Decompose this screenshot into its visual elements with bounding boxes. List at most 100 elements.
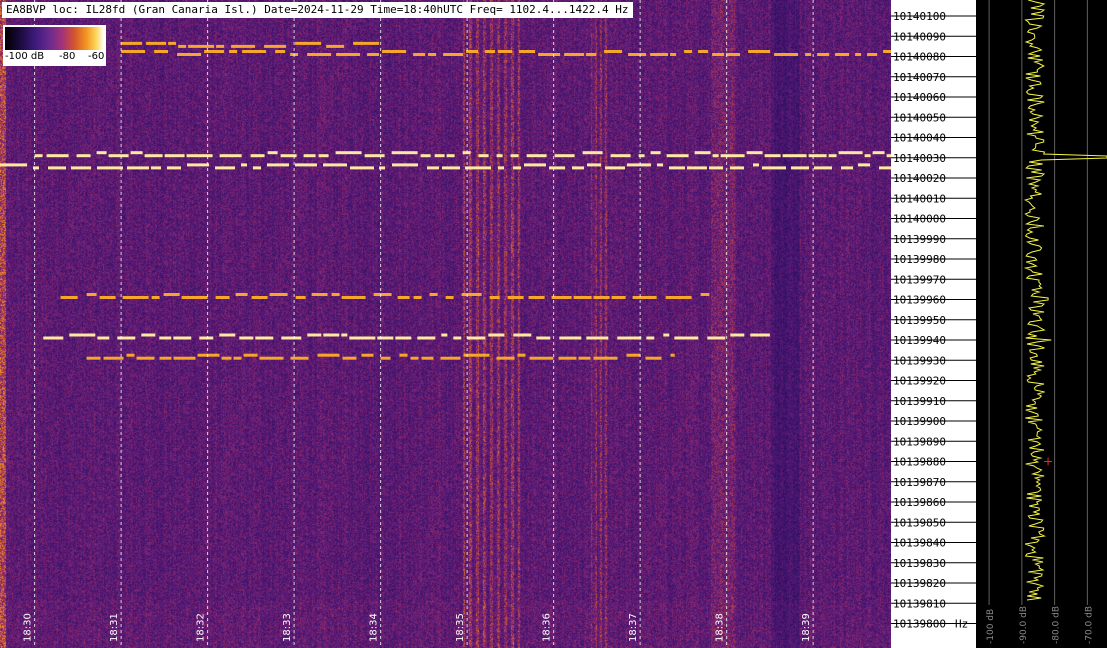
signal-segment (168, 41, 177, 45)
signal-segment (478, 154, 489, 158)
signal-segment (507, 296, 524, 299)
signal-segment (239, 336, 254, 340)
signal-segment (726, 53, 741, 56)
signal-segment (712, 154, 719, 158)
time-tick-label: 18:36 (542, 613, 553, 642)
signal-segment (883, 50, 891, 53)
signal-segment (441, 333, 448, 337)
signal-segment (60, 296, 78, 299)
signal-segment (805, 53, 812, 56)
signal-segment (841, 166, 853, 170)
signal-segment (243, 353, 258, 357)
signal-segment (610, 154, 631, 158)
signal-segment (694, 151, 711, 155)
signal-segment (663, 333, 670, 337)
signal-segment (782, 154, 807, 158)
signal-segment (558, 356, 577, 360)
signal-segment (350, 166, 374, 170)
spectrum-tick-label: -80.0 dB (1052, 606, 1062, 644)
signal-segment (687, 166, 707, 170)
freq-tick-label: 10139900 (893, 415, 946, 428)
signal-segment (188, 44, 215, 48)
signal-segment (235, 293, 248, 296)
signal-segment (336, 53, 361, 56)
signal-segment (204, 50, 225, 53)
spectrum-tick-label: -70.0 dB (1084, 606, 1094, 644)
signal-segment (413, 53, 426, 56)
colorbar-label-max: -60 (88, 51, 105, 62)
signal-segment (467, 336, 486, 340)
spectrum-plot: -100 dB -90.0 dB -80.0 dB -70.0 dB (976, 0, 1107, 648)
signal-segment (295, 41, 322, 45)
signal-segment (453, 336, 462, 340)
signal-segment (774, 53, 799, 56)
freq-tick-label: 10140050 (893, 111, 946, 124)
signal-segment (86, 356, 101, 360)
signal-segment (578, 356, 591, 360)
signal-segment (645, 356, 662, 360)
signal-segment (33, 166, 39, 170)
signal-segment (496, 154, 503, 158)
signal-segment (572, 166, 584, 170)
signal-segment (496, 356, 515, 360)
signal-segment (219, 154, 242, 158)
signal-segment (136, 356, 155, 360)
freq-tick-label: 10139890 (893, 435, 946, 448)
signal-segment (259, 356, 284, 360)
signal-segment (380, 356, 391, 360)
frequency-axis: 10140100 10140090 10140080 10140070 10140060… (891, 0, 976, 648)
signal-segment (303, 154, 316, 158)
signal-segment (177, 53, 202, 56)
signal-segment (669, 166, 685, 170)
signal-segment (250, 154, 265, 158)
freq-tick-label: 10140040 (893, 132, 946, 145)
freq-tick-label: 10139870 (893, 476, 946, 489)
signal-trace (43, 333, 770, 340)
signal-segment (814, 166, 832, 170)
signal-segment (187, 163, 209, 167)
signal-segment (341, 296, 366, 299)
signal-segment (275, 50, 286, 53)
time-tick-label: 18:38 (715, 613, 726, 642)
freq-tick-label: 10140100 (893, 10, 946, 23)
signal-segment (707, 336, 726, 340)
signal-segment (144, 154, 163, 158)
freq-tick-label: 10139920 (893, 375, 946, 388)
signal-segment (638, 154, 645, 158)
signal-segment (0, 163, 27, 167)
signal-segment (34, 154, 43, 158)
signal-segment (465, 166, 491, 170)
signal-segment (510, 154, 519, 158)
spectrum-tick-label: -90.0 dB (1019, 606, 1029, 644)
signal-segment (538, 53, 561, 56)
signal-segment (628, 53, 647, 56)
signal-trace (0, 163, 891, 170)
signal-segment (593, 356, 618, 360)
freq-tick-label: 10139840 (893, 537, 946, 550)
signal-segment (159, 356, 172, 360)
colorbar: -100 dB -80 -60 (3, 25, 106, 66)
signal-segment (564, 53, 585, 56)
signal-segment (753, 163, 759, 167)
signal-segment (335, 151, 362, 155)
time-tick-label: 18:35 (455, 613, 466, 642)
signal-segment (215, 296, 230, 299)
signal-segment (127, 166, 149, 170)
signal-segment (154, 50, 169, 53)
signal-segment (485, 50, 496, 53)
signal-segment (413, 296, 422, 299)
signal-segment (141, 333, 156, 337)
signal-segment (429, 293, 438, 296)
signal-segment (582, 151, 603, 155)
signal-segment (341, 333, 348, 337)
signal-segment (879, 166, 891, 170)
signal-segment (730, 333, 745, 337)
signal-segment (151, 166, 161, 170)
signal-segment (611, 296, 626, 299)
signal-segment (264, 44, 287, 48)
freq-tick-label: 10139960 (893, 294, 946, 307)
signal-segment (97, 166, 123, 170)
signal-segment (353, 41, 380, 45)
freq-tick-label: 10139940 (893, 334, 946, 347)
signal-segment (317, 353, 340, 357)
